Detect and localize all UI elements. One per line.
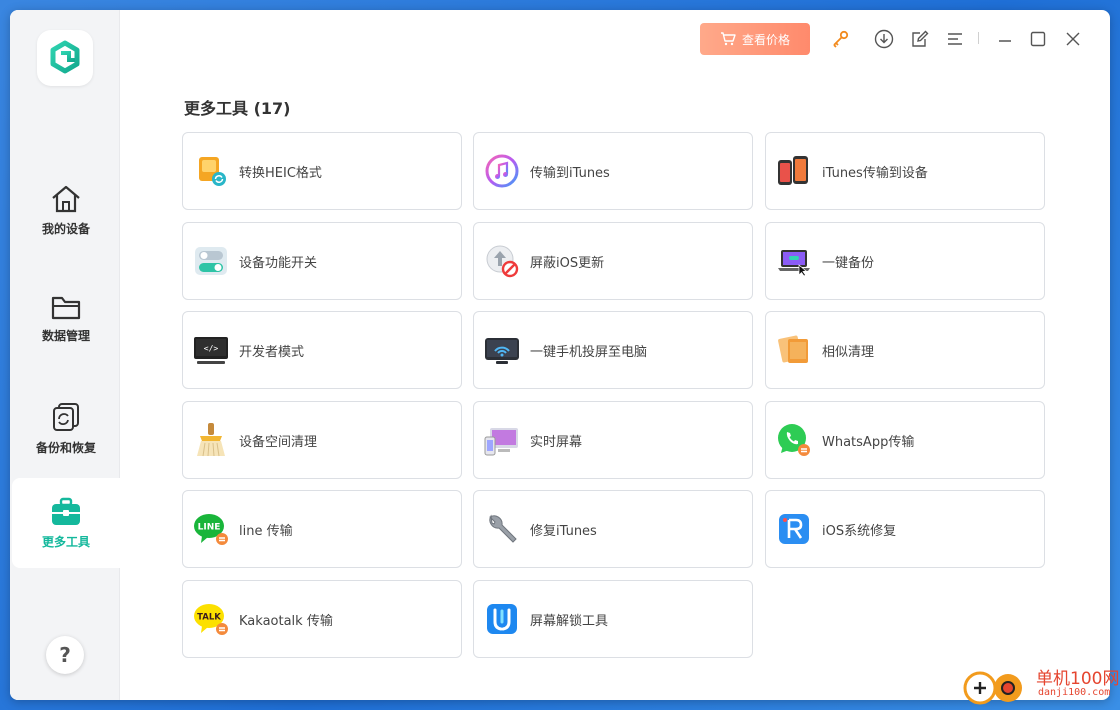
edit-icon [912,30,929,47]
help-icon: ? [59,643,71,667]
sidebar-item-label: 我的设备 [41,221,90,236]
tool-card-whatsapp-transfer[interactable]: WhatsApp传输 [765,401,1045,479]
license-key-button[interactable] [828,24,852,54]
broom-icon [193,422,229,458]
tool-label: 修复iTunes [530,523,597,539]
tool-card-ios-system-repair[interactable]: iOS系统修复 [765,490,1045,568]
tool-card-itunes-to-device[interactable]: iTunes传输到设备 [765,132,1045,210]
maximize-icon [1030,31,1046,47]
tool-label: WhatsApp传输 [822,434,915,450]
tool-label: 一键手机投屏至电脑 [530,344,648,360]
app-window: 我的设备 数据管理 备份和恢复 更多工具 ? 查看价格 更多工具 (17) 转换… [10,10,1110,700]
tool-label: 屏幕解锁工具 [530,613,609,629]
line-icon: LINE [193,511,229,547]
phone-transfer-icon [776,153,812,189]
tool-card-line-transfer[interactable]: LINE line 传输 [182,490,462,568]
close-button[interactable] [1062,24,1084,54]
kakaotalk-icon: TALK [193,601,229,637]
itunes-icon [484,153,520,189]
sidebar: 我的设备 数据管理 备份和恢复 更多工具 ? [10,10,120,700]
tool-label: line 传输 [239,523,293,539]
sidebar-item-my-device[interactable]: 我的设备 [12,166,120,254]
tool-label: 设备空间清理 [239,434,318,450]
minimize-button[interactable] [994,24,1016,54]
svg-text:LINE: LINE [198,523,221,533]
app-logo [37,30,93,86]
tool-card-heic-convert[interactable]: 转换HEIC格式 [182,132,462,210]
sidebar-item-label: 更多工具 [41,534,90,549]
tool-label: 传输到iTunes [530,165,610,181]
tool-label: 相似清理 [822,344,875,360]
toggle-switch-icon [193,243,229,279]
tool-card-transfer-to-itunes[interactable]: 传输到iTunes [473,132,753,210]
feedback-button[interactable] [908,24,932,54]
watermark-logo-icon [963,671,1022,705]
cart-icon [720,32,736,46]
tool-label: iOS系统修复 [822,523,897,539]
view-price-label: 查看价格 [741,32,790,47]
block-update-icon [484,243,520,279]
folder-icon [51,296,81,319]
maximize-button[interactable] [1027,24,1049,54]
tool-card-space-cleanup[interactable]: 设备空间清理 [182,401,462,479]
tool-label: 屏蔽iOS更新 [530,255,605,271]
tool-label: Kakaotalk 传输 [239,613,333,629]
wrench-icon [484,511,520,547]
tool-card-live-screen[interactable]: 实时屏幕 [473,401,753,479]
svg-text:</>: </> [204,344,219,353]
toolbox-icon [52,497,80,525]
tool-label: 开发者模式 [239,344,305,360]
menu-icon [948,33,962,45]
home-icon [52,185,80,212]
view-price-button[interactable]: 查看价格 [700,23,810,55]
tool-card-developer-mode[interactable]: </> 开发者模式 [182,311,462,389]
titlebar-divider [978,32,979,44]
backup-restore-icon [53,402,79,431]
sidebar-item-data-management[interactable]: 数据管理 [12,274,120,362]
tool-card-block-ios-update[interactable]: 屏蔽iOS更新 [473,222,753,300]
tool-card-kakaotalk-transfer[interactable]: TALK Kakaotalk 传输 [182,580,462,658]
similar-photos-icon [776,332,812,368]
tool-card-device-toggles[interactable]: 设备功能开关 [182,222,462,300]
watermark: 单机100网 danji100.com [960,662,1120,710]
watermark-url: danji100.com [1038,687,1111,698]
sidebar-item-more-tools[interactable]: 更多工具 [12,478,120,568]
tool-card-one-click-backup[interactable]: 一键备份 [765,222,1045,300]
key-icon [833,30,849,48]
heic-convert-icon [193,153,229,189]
svg-text:TALK: TALK [197,613,221,623]
ios-repair-icon [776,511,812,547]
tool-card-repair-itunes[interactable]: 修复iTunes [473,490,753,568]
page-title: 更多工具 (17) [184,99,291,118]
tool-label: iTunes传输到设备 [822,165,928,181]
screen-cast-icon [484,332,520,368]
whatsapp-icon [776,422,812,458]
menu-button[interactable] [944,24,966,54]
close-icon [1066,32,1080,46]
tool-label: 实时屏幕 [530,434,583,450]
laptop-backup-icon [776,243,812,279]
sidebar-item-backup-restore[interactable]: 备份和恢复 [12,384,120,472]
tool-card-screen-cast[interactable]: 一键手机投屏至电脑 [473,311,753,389]
developer-monitor-icon: </> [193,332,229,368]
help-button[interactable]: ? [46,636,84,674]
minimize-icon [999,40,1011,42]
download-icon [874,29,894,49]
live-screen-icon [484,422,520,458]
tool-label: 设备功能开关 [239,255,318,271]
download-button[interactable] [872,24,896,54]
sidebar-item-label: 数据管理 [41,328,90,343]
tool-card-screen-unlock[interactable]: 屏幕解锁工具 [473,580,753,658]
watermark-title: 单机100网 [1036,669,1120,689]
tool-card-similar-cleanup[interactable]: 相似清理 [765,311,1045,389]
tool-label: 一键备份 [822,255,875,271]
tool-label: 转换HEIC格式 [239,165,322,181]
sidebar-item-label: 备份和恢复 [35,440,96,455]
screen-unlock-icon [484,601,520,637]
